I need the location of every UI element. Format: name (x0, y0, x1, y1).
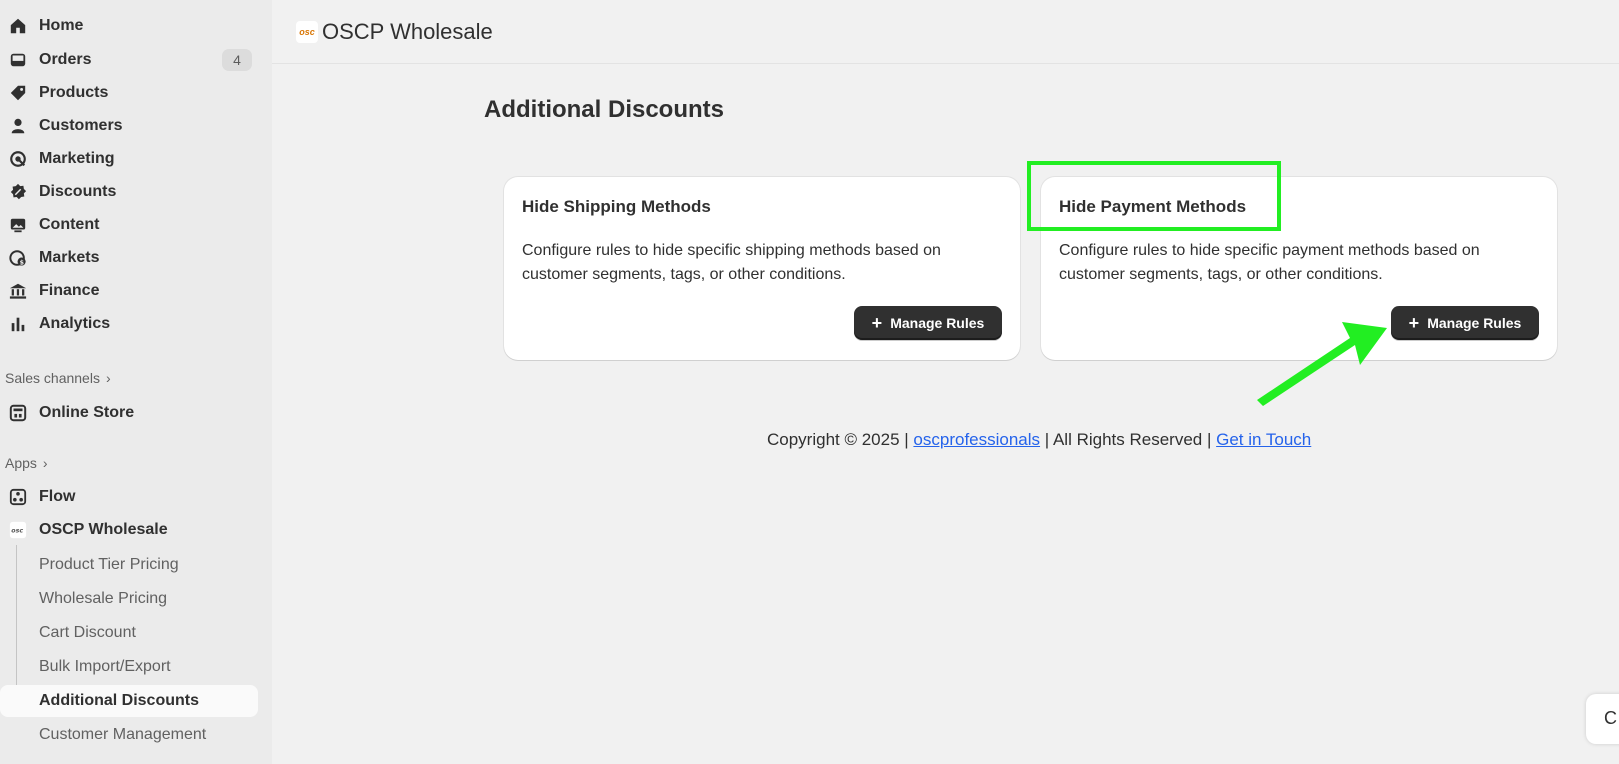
corner-chip[interactable]: C (1586, 694, 1619, 744)
apps-heading[interactable]: Apps › (5, 455, 48, 471)
card-description: Configure rules to hide specific payment… (1059, 242, 1480, 283)
nav-label: Marketing (39, 150, 115, 167)
nav-label: Orders (39, 51, 92, 68)
orders-count-badge: 4 (222, 49, 252, 71)
nav-label: Analytics (39, 315, 111, 332)
nav-item-oscp-wholesale[interactable]: osc OSCP Wholesale (0, 514, 258, 546)
sales-channels-heading[interactable]: Sales channels › (5, 370, 111, 386)
inbox-icon (8, 50, 28, 70)
nav-item-content[interactable]: Content (0, 209, 258, 241)
card-title: Hide Shipping Methods (522, 197, 711, 216)
sub-item-product-tier-pricing[interactable]: Product Tier Pricing (0, 549, 258, 581)
sub-item-bulk-import-export[interactable]: Bulk Import/Export (0, 651, 258, 683)
nav-item-flow[interactable]: Flow (0, 481, 258, 513)
nav-item-discounts[interactable]: Discounts (0, 176, 258, 208)
nav-label: Discounts (39, 183, 117, 200)
manage-rules-shipping-button[interactable]: + Manage Rules (854, 306, 1002, 340)
oscp-logo-icon: osc (296, 20, 318, 43)
home-icon (8, 16, 28, 36)
nav-label: Customers (39, 117, 123, 134)
arrow-annotation-icon (1257, 322, 1387, 406)
oscp-app-icon: osc (8, 520, 28, 540)
svg-text:osc: osc (11, 528, 23, 535)
nav-item-analytics[interactable]: Analytics (0, 308, 258, 340)
chevron-right-icon: › (42, 455, 48, 471)
nav-label: Markets (39, 249, 100, 266)
nav-label: Products (39, 84, 109, 101)
bar-chart-icon (8, 314, 28, 334)
nav-item-online-store[interactable]: Online Store (0, 397, 258, 429)
nav-label: Finance (39, 282, 100, 299)
nav-item-markets[interactable]: $ Markets (0, 242, 258, 274)
button-label: Manage Rules (890, 315, 985, 331)
nav-item-home[interactable]: Home (0, 10, 258, 42)
globe-icon: $ (8, 248, 28, 268)
sub-item-additional-discounts[interactable]: Additional Discounts (0, 685, 258, 717)
nav-label: Home (39, 17, 84, 34)
sidebar: Home Orders 4 Products Customers Marketi… (0, 0, 272, 764)
card-description: Configure rules to hide specific shippin… (522, 242, 941, 283)
image-icon (8, 215, 28, 235)
apps-label: Apps (5, 455, 37, 471)
highlight-box (1027, 161, 1281, 231)
button-label: Manage Rules (1427, 315, 1522, 331)
bank-icon (8, 281, 28, 301)
rights-text: | All Rights Reserved | (1040, 430, 1217, 449)
sub-item-wholesale-pricing[interactable]: Wholesale Pricing (0, 583, 258, 615)
nav-item-products[interactable]: Products (0, 77, 258, 109)
nav-label: OSCP Wholesale (39, 521, 168, 538)
sub-item-customer-management[interactable]: Customer Management (0, 719, 258, 751)
chevron-right-icon: › (105, 370, 111, 386)
flow-icon (8, 487, 28, 507)
nav-item-customers[interactable]: Customers (0, 110, 258, 142)
person-icon (8, 116, 28, 136)
copyright-text: Copyright © 2025 | (767, 430, 914, 449)
plus-icon: + (1408, 313, 1420, 333)
footer: Copyright © 2025 | oscprofessionals | Al… (767, 430, 1311, 450)
manage-rules-payment-button[interactable]: + Manage Rules (1391, 306, 1539, 340)
nav-item-marketing[interactable]: Marketing (0, 143, 258, 175)
card-hide-shipping-methods: Hide Shipping Methods Configure rules to… (504, 177, 1020, 360)
app-root: Home Orders 4 Products Customers Marketi… (0, 0, 1619, 764)
nav-item-orders[interactable]: Orders 4 (0, 44, 258, 76)
page-title: Additional Discounts (484, 96, 724, 123)
app-title: OSCP Wholesale (322, 18, 493, 44)
discount-icon (8, 182, 28, 202)
sub-item-cart-discount[interactable]: Cart Discount (0, 617, 258, 649)
oscprofessionals-link[interactable]: oscprofessionals (913, 430, 1040, 449)
sales-channels-label: Sales channels (5, 370, 100, 386)
nav-label: Content (39, 216, 100, 233)
tag-icon (8, 83, 28, 103)
app-header: osc OSCP Wholesale (272, 0, 1619, 64)
get-in-touch-link[interactable]: Get in Touch (1216, 430, 1311, 449)
nav-item-finance[interactable]: Finance (0, 275, 258, 307)
svg-text:$: $ (20, 259, 24, 266)
plus-icon: + (871, 313, 883, 333)
nav-label: Online Store (39, 404, 135, 421)
target-icon (8, 149, 28, 169)
nav-label: Flow (39, 488, 76, 505)
store-icon (8, 403, 28, 423)
